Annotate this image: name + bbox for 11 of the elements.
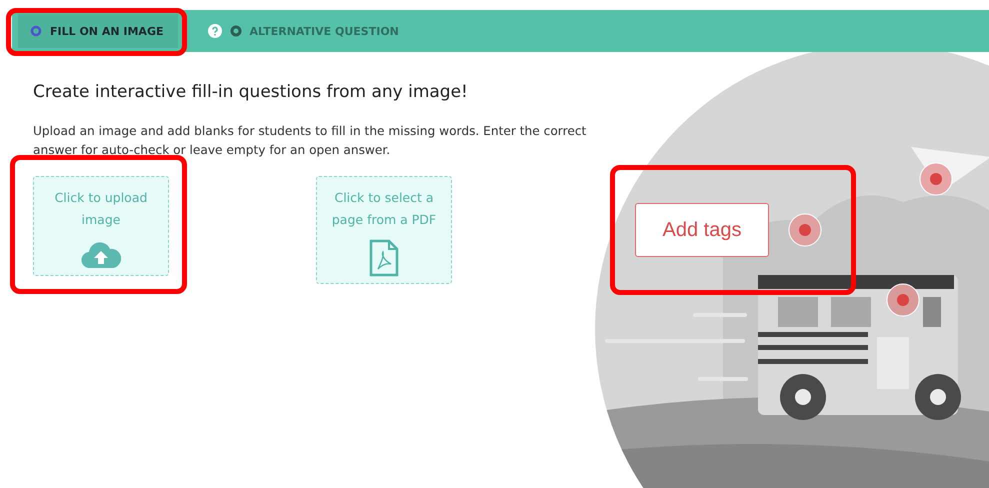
pdf-file-icon [369, 239, 399, 277]
heading: Create interactive fill-in questions from any image! [33, 82, 469, 102]
tab[interactable]: ALTERNATIVE QUESTION [196, 14, 413, 48]
upload-card[interactable]: Click to upload image [33, 176, 169, 276]
description: Upload an image and add blanks for students to fill in the missing words. Enter the correct answer for auto-check or leave empty for an open answer. [33, 123, 588, 159]
upload-card[interactable]: Click to select a page from a PDF [316, 176, 452, 284]
tab[interactable]: FILL ON AN IMAGE [18, 14, 178, 48]
help-icon [208, 24, 222, 38]
ring-icon [230, 25, 242, 37]
callout-label: Add tags [635, 203, 769, 257]
ring-icon [30, 25, 42, 37]
